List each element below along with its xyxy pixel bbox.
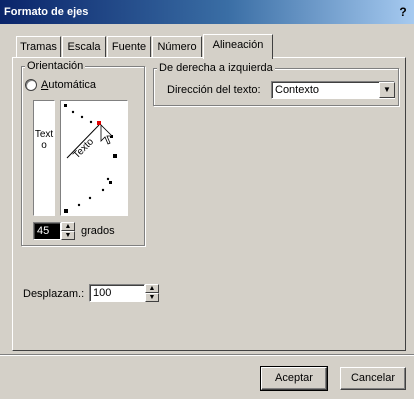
- spin-down-icon[interactable]: ▼: [61, 231, 75, 240]
- tab-tramas[interactable]: Tramas: [16, 36, 61, 58]
- direction-group-label: De derecha a izquierda: [157, 62, 275, 74]
- help-icon[interactable]: ?: [394, 2, 412, 22]
- orientation-group-label: Orientación: [25, 60, 86, 72]
- dial-ticks-icon: [64, 104, 117, 213]
- spin-up-icon[interactable]: ▲: [61, 222, 75, 231]
- degrees-label: grados: [81, 225, 115, 237]
- orientation-dial[interactable]: Texto: [60, 100, 128, 216]
- offset-spinner[interactable]: ▲ ▼: [145, 284, 159, 302]
- automatic-radio[interactable]: Automática: [25, 79, 96, 91]
- radio-circle-icon[interactable]: [25, 79, 37, 91]
- cancel-button[interactable]: Cancelar: [340, 367, 406, 390]
- spin-up-icon[interactable]: ▲: [145, 284, 159, 293]
- vertical-text-sample: Texto: [34, 129, 54, 151]
- offset-label: Desplazam.:: [23, 288, 85, 300]
- degrees-input[interactable]: 45: [33, 222, 61, 240]
- rotated-text-sample: Texto: [71, 136, 96, 161]
- direction-field-label: Dirección del texto:: [167, 84, 261, 96]
- chevron-down-icon[interactable]: ▼: [379, 82, 395, 98]
- alignment-panel: Orientación Automática Texto Texto 45 ▲ …: [12, 57, 406, 351]
- vertical-text-option[interactable]: Texto: [33, 100, 55, 216]
- dialog-title: Formato de ejes: [4, 6, 89, 18]
- spin-down-icon[interactable]: ▼: [145, 293, 159, 302]
- automatic-radio-label: Automática: [41, 79, 97, 91]
- footer-separator: [0, 354, 414, 356]
- tab-numero[interactable]: Número: [152, 36, 202, 58]
- title-bar: Formato de ejes ?: [0, 0, 414, 24]
- text-direction-select[interactable]: Contexto: [271, 81, 395, 99]
- tab-fuente[interactable]: Fuente: [107, 36, 151, 58]
- dial-graphic: Texto: [64, 104, 117, 213]
- ok-button[interactable]: Aceptar: [260, 366, 328, 391]
- tab-escala[interactable]: Escala: [62, 36, 106, 58]
- dial-marker-icon: [97, 121, 101, 125]
- format-axis-dialog: Formato de ejes ? Tramas Escala Fuente N…: [0, 0, 414, 399]
- mouse-cursor-icon: [100, 124, 113, 145]
- offset-input[interactable]: 100: [89, 284, 145, 302]
- degrees-spinner[interactable]: ▲ ▼: [61, 222, 75, 240]
- tab-alineacion[interactable]: Alineación: [203, 34, 273, 59]
